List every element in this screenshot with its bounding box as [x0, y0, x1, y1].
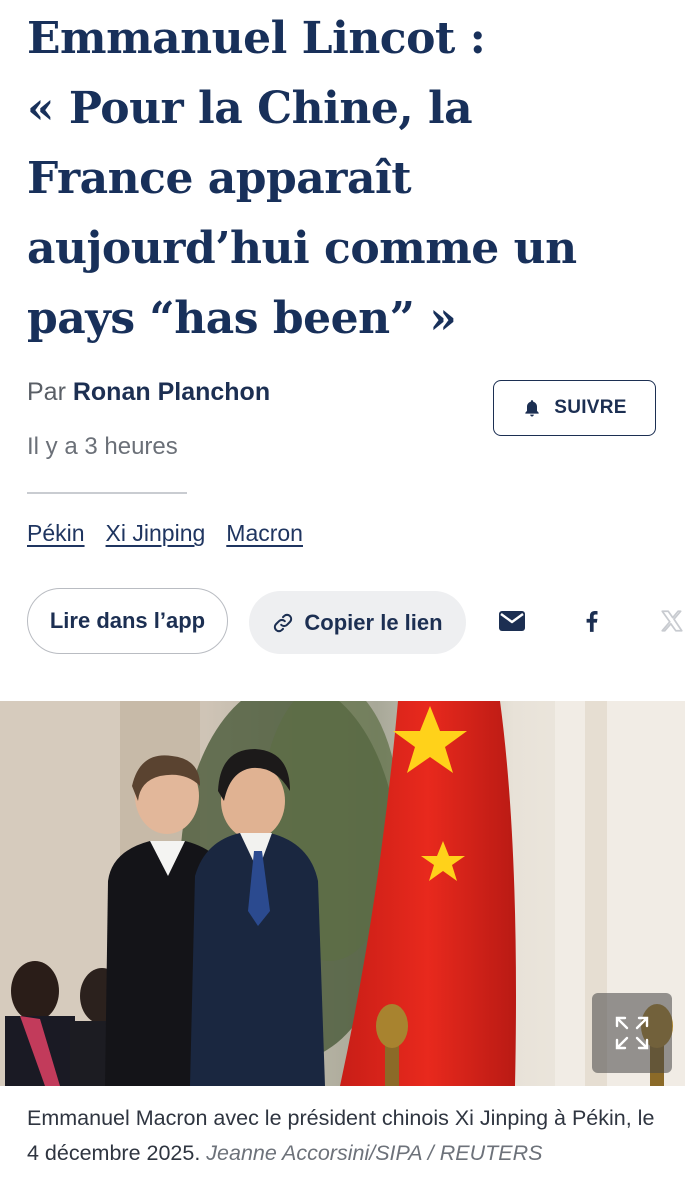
title-line: pays “has been” » [27, 293, 457, 344]
title-line: « Pour la Chine, la [27, 83, 473, 134]
tag-list: Pékin Xi Jinping Macron [27, 520, 303, 547]
copy-link-label: Copier le lien [304, 609, 443, 635]
divider [27, 492, 187, 494]
open-in-app-button[interactable]: Lire dans l’app [27, 588, 228, 654]
author-name[interactable]: Ronan Planchon [73, 378, 270, 406]
photo-caption: Emmanuel Macron avec le président chinoi… [27, 1101, 667, 1171]
follow-button[interactable]: SUIVRE [493, 380, 656, 436]
byline-prefix: Par [27, 378, 66, 406]
photo-credit: Jeanne Accorsini/SIPA / REUTERS [206, 1141, 543, 1165]
article-title: Emmanuel Lincot : « Pour la Chine, la Fr… [27, 4, 667, 354]
facebook-icon[interactable] [575, 604, 609, 638]
publish-time: Il y a 3 heures [27, 433, 178, 460]
copy-link-button[interactable]: Copier le lien [249, 591, 466, 654]
expand-image-button[interactable] [592, 993, 672, 1073]
expand-icon [615, 1016, 649, 1050]
mail-icon[interactable] [495, 604, 529, 638]
title-line: aujourd’hui comme un [27, 223, 577, 274]
tag-pekin[interactable]: Pékin [27, 520, 85, 547]
article-photo[interactable] [0, 701, 685, 1086]
tag-xi-jinping[interactable]: Xi Jinping [106, 520, 206, 547]
follow-label: SUIVRE [554, 397, 627, 418]
x-icon[interactable] [655, 604, 685, 638]
share-bar: Lire dans l’app Copier le lien [0, 588, 685, 656]
bell-icon [525, 400, 539, 417]
photo-illustration [0, 701, 685, 1086]
byline: Par Ronan Planchon [27, 378, 270, 407]
tag-macron[interactable]: Macron [226, 520, 303, 547]
title-line: France apparaît [27, 153, 412, 204]
title-line: Emmanuel Lincot : [27, 13, 486, 64]
link-icon [274, 613, 293, 632]
